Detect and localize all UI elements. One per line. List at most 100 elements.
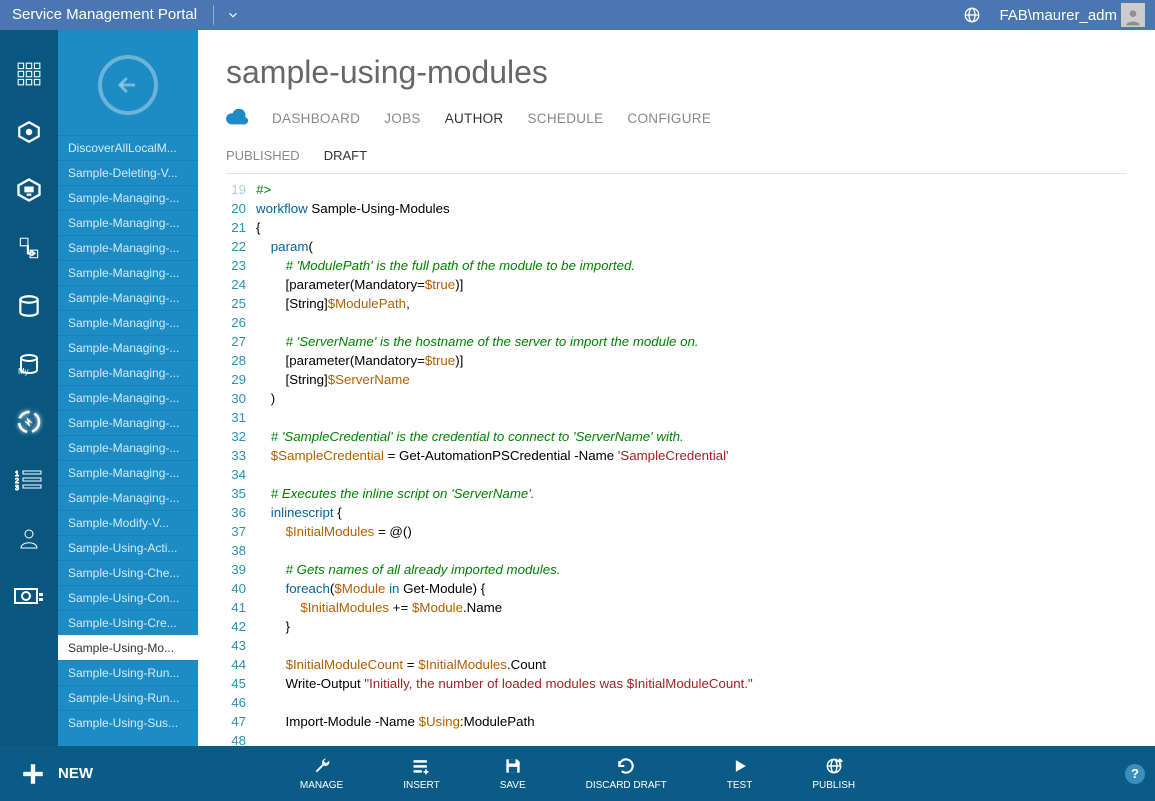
subtab-draft[interactable]: DRAFT <box>324 148 367 163</box>
line-number: 48 <box>216 731 256 746</box>
code-line[interactable]: 25 [String]$ModulePath, <box>216 294 1127 313</box>
code-line[interactable]: 27 # 'ServerName' is the hostname of the… <box>216 332 1127 351</box>
code-line[interactable]: 22 param( <box>216 237 1127 256</box>
billing-icon <box>14 585 44 607</box>
rail-item-transfer[interactable] <box>12 233 46 263</box>
rail-item-target[interactable] <box>12 117 46 147</box>
code-line[interactable]: 36 inlinescript { <box>216 503 1127 522</box>
rail-item-list[interactable]: 123 <box>12 465 46 495</box>
runbook-list-item[interactable]: Sample-Using-Con... <box>58 585 198 610</box>
runbook-list-item[interactable]: Sample-Using-Sus... <box>58 710 198 735</box>
runbook-list-item[interactable]: Sample-Managing-... <box>58 360 198 385</box>
code-line[interactable]: 38 <box>216 541 1127 560</box>
line-number: 19 <box>216 180 256 199</box>
runbook-list-item[interactable]: Sample-Managing-... <box>58 260 198 285</box>
footer-action-publish[interactable]: PUBLISH <box>812 756 855 791</box>
code-line[interactable]: 40 foreach($Module in Get-Module) { <box>216 579 1127 598</box>
sql-icon <box>16 293 42 319</box>
code-line[interactable]: 41 $InitialModules += $Module.Name <box>216 598 1127 617</box>
rail-item-monitor[interactable] <box>12 175 46 205</box>
code-line[interactable]: 32 # 'SampleCredential' is the credentia… <box>216 427 1127 446</box>
runbook-list-item[interactable]: Sample-Using-Cre... <box>58 610 198 635</box>
tab-jobs[interactable]: JOBS <box>384 111 420 126</box>
user-menu[interactable]: FAB\maurer_adm <box>989 3 1155 27</box>
code-text: $InitialModuleCount = $InitialModules.Co… <box>256 655 546 674</box>
runbook-list-item[interactable]: DiscoverAllLocalM... <box>58 135 198 160</box>
rail-item-automation[interactable] <box>12 407 46 437</box>
code-line[interactable]: 20workflow Sample-Using-Modules <box>216 199 1127 218</box>
code-editor[interactable]: 19#>20workflow Sample-Using-Modules21{22… <box>216 180 1127 746</box>
runbook-list-item[interactable]: Sample-Managing-... <box>58 235 198 260</box>
code-line[interactable]: 39 # Gets names of all already imported … <box>216 560 1127 579</box>
person-icon <box>1123 7 1143 27</box>
runbook-list-item[interactable]: Sample-Managing-... <box>58 185 198 210</box>
divider <box>226 173 1127 174</box>
runbook-list-item[interactable]: Sample-Managing-... <box>58 385 198 410</box>
rail-item-sql[interactable] <box>12 291 46 321</box>
runbook-list-item[interactable]: Sample-Managing-... <box>58 335 198 360</box>
runbook-list-item[interactable]: Sample-Deleting-V... <box>58 160 198 185</box>
code-line[interactable]: 37 $InitialModules = @() <box>216 522 1127 541</box>
back-button[interactable] <box>98 55 158 115</box>
tab-configure[interactable]: CONFIGURE <box>627 111 711 126</box>
runbook-list-item[interactable]: Sample-Managing-... <box>58 435 198 460</box>
language-button[interactable] <box>955 6 989 24</box>
runbook-list-item[interactable]: Sample-Managing-... <box>58 310 198 335</box>
code-text: [String]$ModulePath, <box>256 294 410 313</box>
globe-up-icon <box>824 756 844 776</box>
code-line[interactable]: 47 Import-Module -Name $Using:ModulePath <box>216 712 1127 731</box>
header-dropdown[interactable] <box>218 8 248 22</box>
runbook-list-item[interactable]: Sample-Using-Che... <box>58 560 198 585</box>
footer-action-discard-draft[interactable]: DISCARD DRAFT <box>586 756 667 791</box>
tab-schedule[interactable]: SCHEDULE <box>528 111 604 126</box>
code-line[interactable]: 26 <box>216 313 1127 332</box>
code-line[interactable]: 31 <box>216 408 1127 427</box>
runbook-list-item[interactable]: Sample-Using-Run... <box>58 660 198 685</box>
code-line[interactable]: 45 Write-Output "Initially, the number o… <box>216 674 1127 693</box>
code-line[interactable]: 30 ) <box>216 389 1127 408</box>
rail-item-user[interactable] <box>12 523 46 553</box>
code-line[interactable]: 35 # Executes the inline script on 'Serv… <box>216 484 1127 503</box>
footer-action-insert[interactable]: INSERT <box>403 756 440 791</box>
code-line[interactable]: 48 <box>216 731 1127 746</box>
footer-action-label: TEST <box>727 780 753 791</box>
footer-action-test[interactable]: TEST <box>727 756 753 791</box>
code-line[interactable]: 28 [parameter(Mandatory=$true)] <box>216 351 1127 370</box>
rail-item-grid[interactable] <box>12 59 46 89</box>
runbook-list-item[interactable]: Sample-Managing-... <box>58 485 198 510</box>
code-line[interactable]: 21{ <box>216 218 1127 237</box>
code-line[interactable]: 29 [String]$ServerName <box>216 370 1127 389</box>
subtab-published[interactable]: PUBLISHED <box>226 148 300 163</box>
svg-text:2: 2 <box>15 478 19 485</box>
runbook-list-item[interactable]: Sample-Using-Run... <box>58 685 198 710</box>
code-line[interactable]: 46 <box>216 693 1127 712</box>
runbook-list-item[interactable]: Sample-Managing-... <box>58 285 198 310</box>
runbook-list-item[interactable]: Sample-Using-Acti... <box>58 535 198 560</box>
runbook-list-item[interactable]: Sample-Managing-... <box>58 460 198 485</box>
code-line[interactable]: 24 [parameter(Mandatory=$true)] <box>216 275 1127 294</box>
line-number: 42 <box>216 617 256 636</box>
footer-action-save[interactable]: SAVE <box>500 756 526 791</box>
help-button[interactable]: ? <box>1125 764 1145 784</box>
rail-item-mysql[interactable]: My <box>12 349 46 379</box>
rail-item-billing[interactable] <box>12 581 46 611</box>
runbook-list-item[interactable]: Sample-Managing-... <box>58 410 198 435</box>
runbook-list-item[interactable]: Sample-Modify-V... <box>58 510 198 535</box>
code-line[interactable]: 33 $SampleCredential = Get-AutomationPSC… <box>216 446 1127 465</box>
tab-dashboard[interactable]: DASHBOARD <box>272 111 360 126</box>
line-number: 28 <box>216 351 256 370</box>
runbook-list-item[interactable]: Sample-Using-Mo... <box>58 635 198 660</box>
new-button[interactable]: NEW <box>10 761 93 787</box>
runbook-list-item[interactable]: Sample-Managing-... <box>58 210 198 235</box>
code-line[interactable]: 43 <box>216 636 1127 655</box>
code-line[interactable]: 19#> <box>216 180 1127 199</box>
code-text: } <box>256 617 290 636</box>
code-line[interactable]: 44 $InitialModuleCount = $InitialModules… <box>216 655 1127 674</box>
code-line[interactable]: 42 } <box>216 617 1127 636</box>
code-line[interactable]: 34 <box>216 465 1127 484</box>
tab-author[interactable]: AUTHOR <box>445 111 504 126</box>
footer-action-manage[interactable]: MANAGE <box>300 756 343 791</box>
automation-icon <box>14 407 44 437</box>
code-line[interactable]: 23 # 'ModulePath' is the full path of th… <box>216 256 1127 275</box>
line-number: 27 <box>216 332 256 351</box>
